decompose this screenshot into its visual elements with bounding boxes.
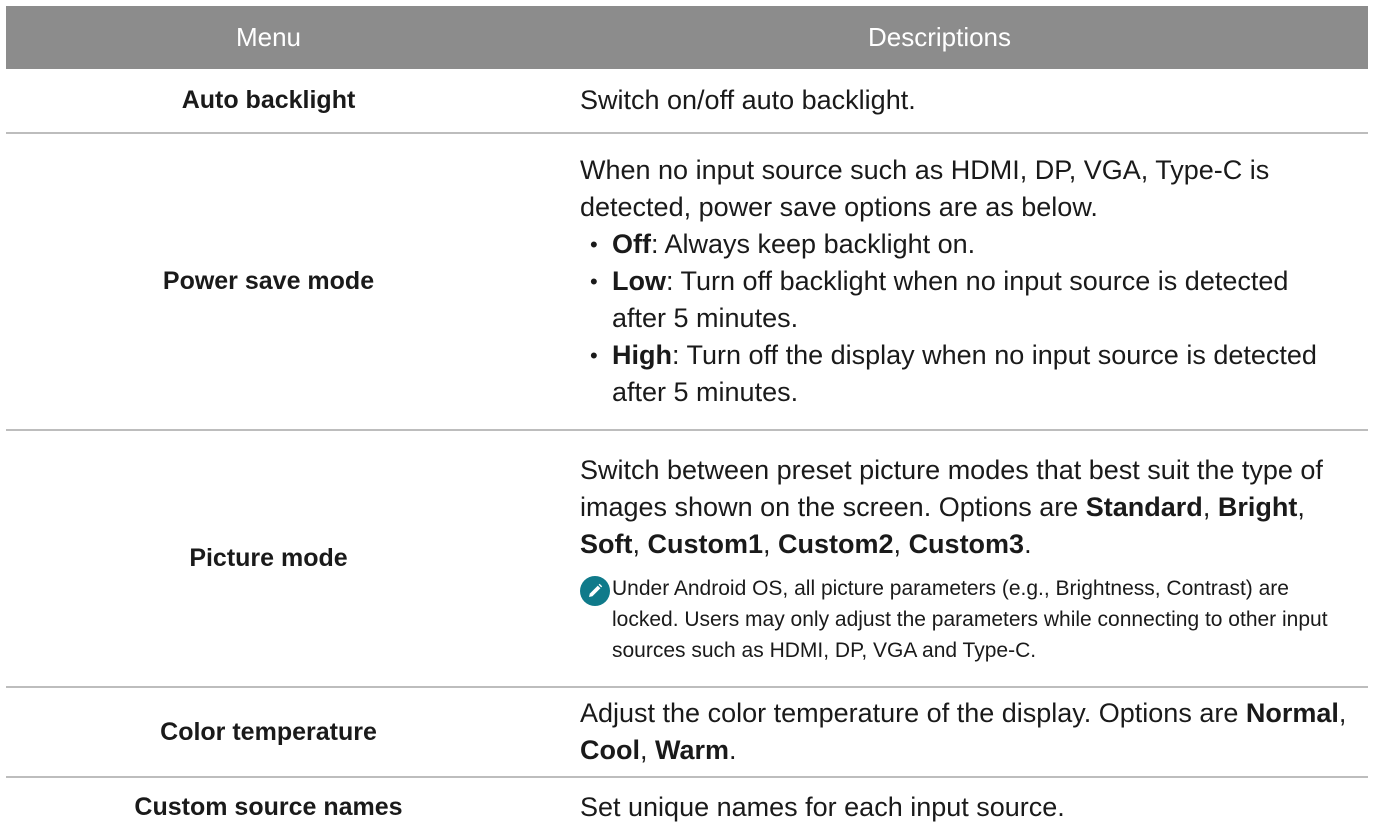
table-row: Power save mode When no input source suc… <box>6 134 1368 431</box>
option-list: Off: Always keep backlight on. Low: Turn… <box>580 226 1348 411</box>
table-row: Picture mode Switch between preset pictu… <box>6 431 1368 688</box>
header-menu: Menu <box>235 22 302 52</box>
pencil-icon <box>580 575 610 606</box>
option-item: High: Turn off the display when no input… <box>580 337 1348 411</box>
menu-item-custom-source-names: Custom source names <box>134 792 403 821</box>
table-header: Menu Descriptions <box>6 6 1368 69</box>
description-text: Switch on/off auto backlight. <box>580 85 916 115</box>
table-row: Color temperature Adjust the color tempe… <box>6 688 1368 778</box>
option-name: Low <box>612 266 666 296</box>
description-text: Switch between preset picture modes that… <box>580 454 1323 559</box>
option-name: High <box>612 340 672 370</box>
menu-item-power-save-mode: Power save mode <box>162 267 375 295</box>
menu-item-picture-mode: Picture mode <box>189 544 348 572</box>
menu-item-auto-backlight: Auto backlight <box>181 86 356 114</box>
description-text: When no input source such as HDMI, DP, V… <box>580 155 1270 222</box>
menu-item-color-temperature: Color temperature <box>160 717 377 746</box>
table-row: Custom source names Set unique names for… <box>6 778 1368 836</box>
description-text: Set unique names for each input source. <box>580 791 1065 822</box>
settings-table: Menu Descriptions Auto backlight Switch … <box>6 6 1368 836</box>
description-text: Adjust the color temperature of the disp… <box>580 698 1347 765</box>
header-descriptions: Descriptions <box>867 22 1012 52</box>
option-item: Off: Always keep backlight on. <box>580 226 1348 263</box>
option-text: : Turn off backlight when no input sourc… <box>612 266 1289 333</box>
table-row: Auto backlight Switch on/off auto backli… <box>6 69 1368 134</box>
option-text: : Always keep backlight on. <box>650 229 976 259</box>
option-item: Low: Turn off backlight when no input so… <box>580 263 1348 337</box>
note: Under Android OS, all picture parameters… <box>580 573 1348 666</box>
option-name: Off <box>612 229 651 259</box>
note-text: Under Android OS, all picture parameters… <box>612 576 1328 662</box>
option-text: : Turn off the display when no input sou… <box>612 340 1317 407</box>
